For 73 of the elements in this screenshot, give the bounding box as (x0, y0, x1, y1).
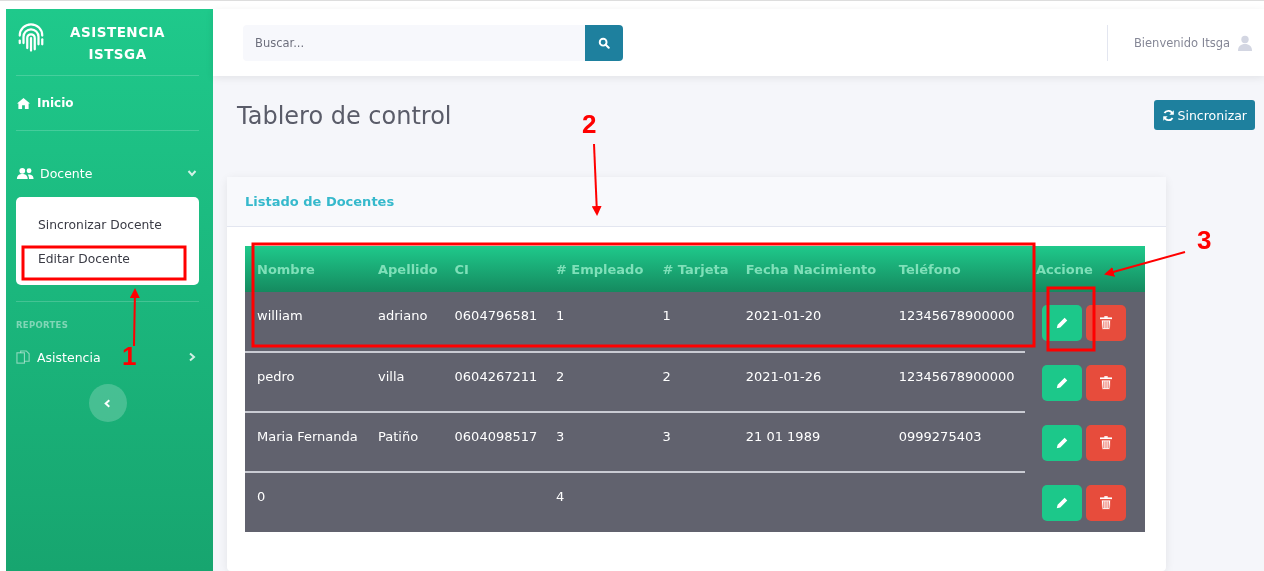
pencil-icon (1054, 496, 1069, 510)
trash-icon (1099, 376, 1112, 390)
nav-item[interactable]: Asistencia (37, 349, 101, 365)
table-cell: 0 (257, 489, 266, 504)
column-header: CI (443, 246, 545, 292)
user-icon (1238, 34, 1252, 51)
delete-button[interactable] (1085, 485, 1126, 521)
table-cell: 2021-01-26 (745, 369, 822, 384)
column-header: # Empleado (544, 246, 652, 292)
table-cell: 0604796581 (454, 308, 538, 323)
annotation-number: 3 (1197, 225, 1212, 256)
delete-button[interactable] (1085, 365, 1126, 401)
edit-button[interactable] (1041, 365, 1082, 401)
chevron-left-icon (103, 398, 112, 408)
table-cell: 2 (662, 369, 671, 384)
table-cell: adriano (378, 308, 428, 323)
table-cell: 2021-01-20 (745, 308, 822, 323)
table-cell: 0999275403 (898, 429, 982, 444)
pencil-icon (1054, 316, 1069, 330)
table-cell: 0604098517 (454, 429, 538, 444)
home-icon (16, 96, 31, 110)
table-cell: 21 01 1989 (745, 429, 821, 444)
brand-name: ASISTENCIA ISTSGA (70, 23, 166, 64)
page-title: Tablero de control (236, 102, 452, 130)
column-header: Apellido (367, 246, 444, 292)
sync-button[interactable]: Sincronizar (1153, 100, 1255, 130)
trash-icon (1099, 316, 1112, 330)
submenu-item[interactable]: Sincronizar Docente (38, 218, 162, 233)
table-cell: 0604267211 (454, 369, 538, 384)
nav-item[interactable]: Docente (40, 165, 93, 181)
table-cell: 1 (662, 308, 671, 323)
table-cell: 12345678900000 (898, 308, 1015, 323)
search-icon (598, 36, 610, 49)
card-title: Listado de Docentes (245, 194, 395, 209)
table-cell: 4 (555, 489, 565, 504)
table-cell: 2 (555, 369, 565, 384)
pencil-icon (1054, 436, 1069, 450)
column-header: Fecha Nacimiento (734, 246, 888, 292)
fingerprint-icon (16, 23, 46, 53)
welcome-text: Bienvenido Itsga (1133, 35, 1230, 50)
trash-icon (1099, 496, 1112, 510)
table-cell: 12345678900000 (898, 369, 1015, 384)
delete-button[interactable] (1085, 305, 1126, 341)
column-header: # Tarjeta (651, 246, 735, 292)
table-cell: pedro (257, 369, 295, 384)
column-header: Accione (1024, 246, 1145, 292)
table-cell: 3 (662, 429, 671, 444)
copy-icon (16, 349, 31, 365)
table-cell: 3 (555, 429, 565, 444)
edit-button[interactable] (1041, 485, 1082, 521)
annotation-number: 2 (582, 109, 597, 140)
edit-button[interactable] (1041, 425, 1082, 461)
pencil-icon (1054, 376, 1069, 390)
search-field[interactable]: Buscar... (243, 24, 585, 61)
table-cell: 1 (555, 308, 565, 323)
annotation-arrow (129, 288, 140, 347)
search-button[interactable] (585, 24, 623, 61)
table-cell: villa (378, 369, 405, 384)
section-heading: REPORTES (16, 320, 70, 330)
trash-icon (1099, 436, 1112, 450)
annotation-number: 1 (122, 341, 137, 372)
users-icon (16, 166, 34, 180)
edit-button[interactable] (1041, 305, 1082, 341)
table-cell: Maria Fernanda (257, 429, 358, 444)
refresh-icon (1161, 108, 1175, 122)
submenu-item[interactable]: Editar Docente (38, 252, 130, 267)
highlight-frame (1046, 286, 1096, 352)
table-cell: Patiño (378, 429, 419, 444)
nav-item[interactable]: Inicio (37, 96, 74, 110)
column-header: Teléfono (887, 246, 1025, 292)
table-cell: william (257, 308, 303, 323)
column-header: Nombre (245, 246, 367, 292)
delete-button[interactable] (1085, 425, 1126, 461)
